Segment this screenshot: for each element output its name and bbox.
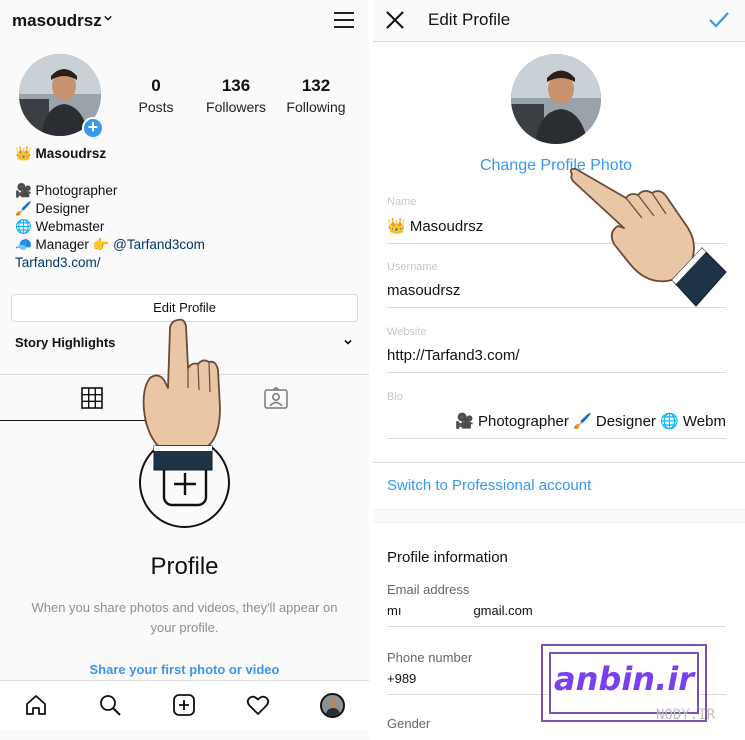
section-gap xyxy=(373,509,745,523)
page-title: Edit Profile xyxy=(428,10,511,29)
bio-line: 🖌️ Designer xyxy=(15,201,90,216)
profile-screen: masoudrsz + 0 Posts 136 Followers 132 Fo… xyxy=(0,0,369,740)
tagged-photos-icon[interactable] xyxy=(264,387,288,409)
heart-icon[interactable] xyxy=(246,693,270,717)
story-highlights-label[interactable]: Story Highlights xyxy=(15,335,115,350)
menu-icon[interactable] xyxy=(334,12,354,28)
search-icon[interactable] xyxy=(98,693,122,717)
bio-website-link[interactable]: Tarfand3.com/ xyxy=(15,254,205,272)
share-first-photo-link[interactable]: Share your first photo or video xyxy=(0,662,369,677)
bio-input[interactable]: 🎥 Photographer 🖌️ Designer 🌐 Webm xyxy=(387,412,726,439)
bio: 🎥 Photographer 🖌️ Designer 🌐 Webmaster 🧢… xyxy=(15,182,205,272)
bio-line-text: 🧢 Manager 👉 xyxy=(15,237,114,252)
bio-line: 🎥 Photographer xyxy=(15,183,118,198)
following-label: Following xyxy=(286,99,346,115)
close-icon[interactable] xyxy=(385,10,405,30)
profile-tab-avatar[interactable] xyxy=(320,693,345,718)
chevron-down-icon[interactable] xyxy=(343,337,353,347)
chevron-down-icon[interactable] xyxy=(104,14,112,22)
bottom-navigation xyxy=(0,680,369,730)
new-post-icon[interactable] xyxy=(172,693,196,717)
website-field[interactable]: Website http://Tarfand3.com/ xyxy=(387,326,726,373)
screenshot: masoudrsz + 0 Posts 136 Followers 132 Fo… xyxy=(0,0,745,740)
email-label: Email address xyxy=(387,582,470,597)
empty-state-description: When you share photos and videos, they'l… xyxy=(31,600,338,635)
website-label: Website xyxy=(387,326,427,338)
profile-information-heading: Profile information xyxy=(387,549,508,566)
profile-header: masoudrsz xyxy=(0,0,369,42)
bio-line: 🌐 Webmaster xyxy=(15,219,105,234)
checkmark-icon[interactable] xyxy=(708,11,730,29)
profile-photo[interactable] xyxy=(511,54,601,144)
username-switcher[interactable]: masoudrsz xyxy=(12,11,102,31)
email-start: mı xyxy=(387,603,402,618)
bio-mention-link[interactable]: @Tarfand3com xyxy=(113,237,205,252)
posts-count: 0 xyxy=(151,76,161,95)
bio-field[interactable]: Bio 🎥 Photographer 🖌️ Designer 🌐 Webm xyxy=(387,391,726,439)
following-count: 132 xyxy=(301,76,331,95)
pointing-hand-graphic xyxy=(569,168,727,307)
followers-label: Followers xyxy=(206,99,266,115)
home-icon[interactable] xyxy=(24,693,48,717)
switch-professional-link[interactable]: Switch to Professional account xyxy=(387,477,591,494)
pointing-hand-graphic xyxy=(142,318,221,471)
stat-following[interactable]: 132 Following xyxy=(284,76,348,115)
add-story-button[interactable]: + xyxy=(82,117,104,139)
followers-count: 136 xyxy=(221,76,251,95)
email-end: gmail.com xyxy=(473,603,533,618)
email-field[interactable]: Email address mı gmail.com xyxy=(387,582,726,627)
stat-followers[interactable]: 136 Followers xyxy=(202,76,270,115)
display-name: 👑 Masoudrsz xyxy=(15,146,107,161)
edit-profile-header: Edit Profile xyxy=(373,0,745,42)
website-input[interactable]: http://Tarfand3.com/ xyxy=(387,347,726,373)
watermark-nody: NODY.IR xyxy=(656,707,716,723)
bio-line: 🧢 Manager 👉 @Tarfand3com xyxy=(15,236,205,254)
empty-state-title: Profile xyxy=(150,553,219,580)
stat-posts[interactable]: 0 Posts xyxy=(130,76,182,115)
divider xyxy=(373,462,745,463)
email-input[interactable]: mı gmail.com xyxy=(387,603,726,627)
posts-label: Posts xyxy=(138,99,174,115)
edit-profile-screen: Edit Profile Change Profile Photo Name 👑… xyxy=(373,0,745,740)
watermark-text: anbin.ir xyxy=(554,660,694,698)
bio-label: Bio xyxy=(387,391,403,403)
grid-icon xyxy=(81,387,103,409)
